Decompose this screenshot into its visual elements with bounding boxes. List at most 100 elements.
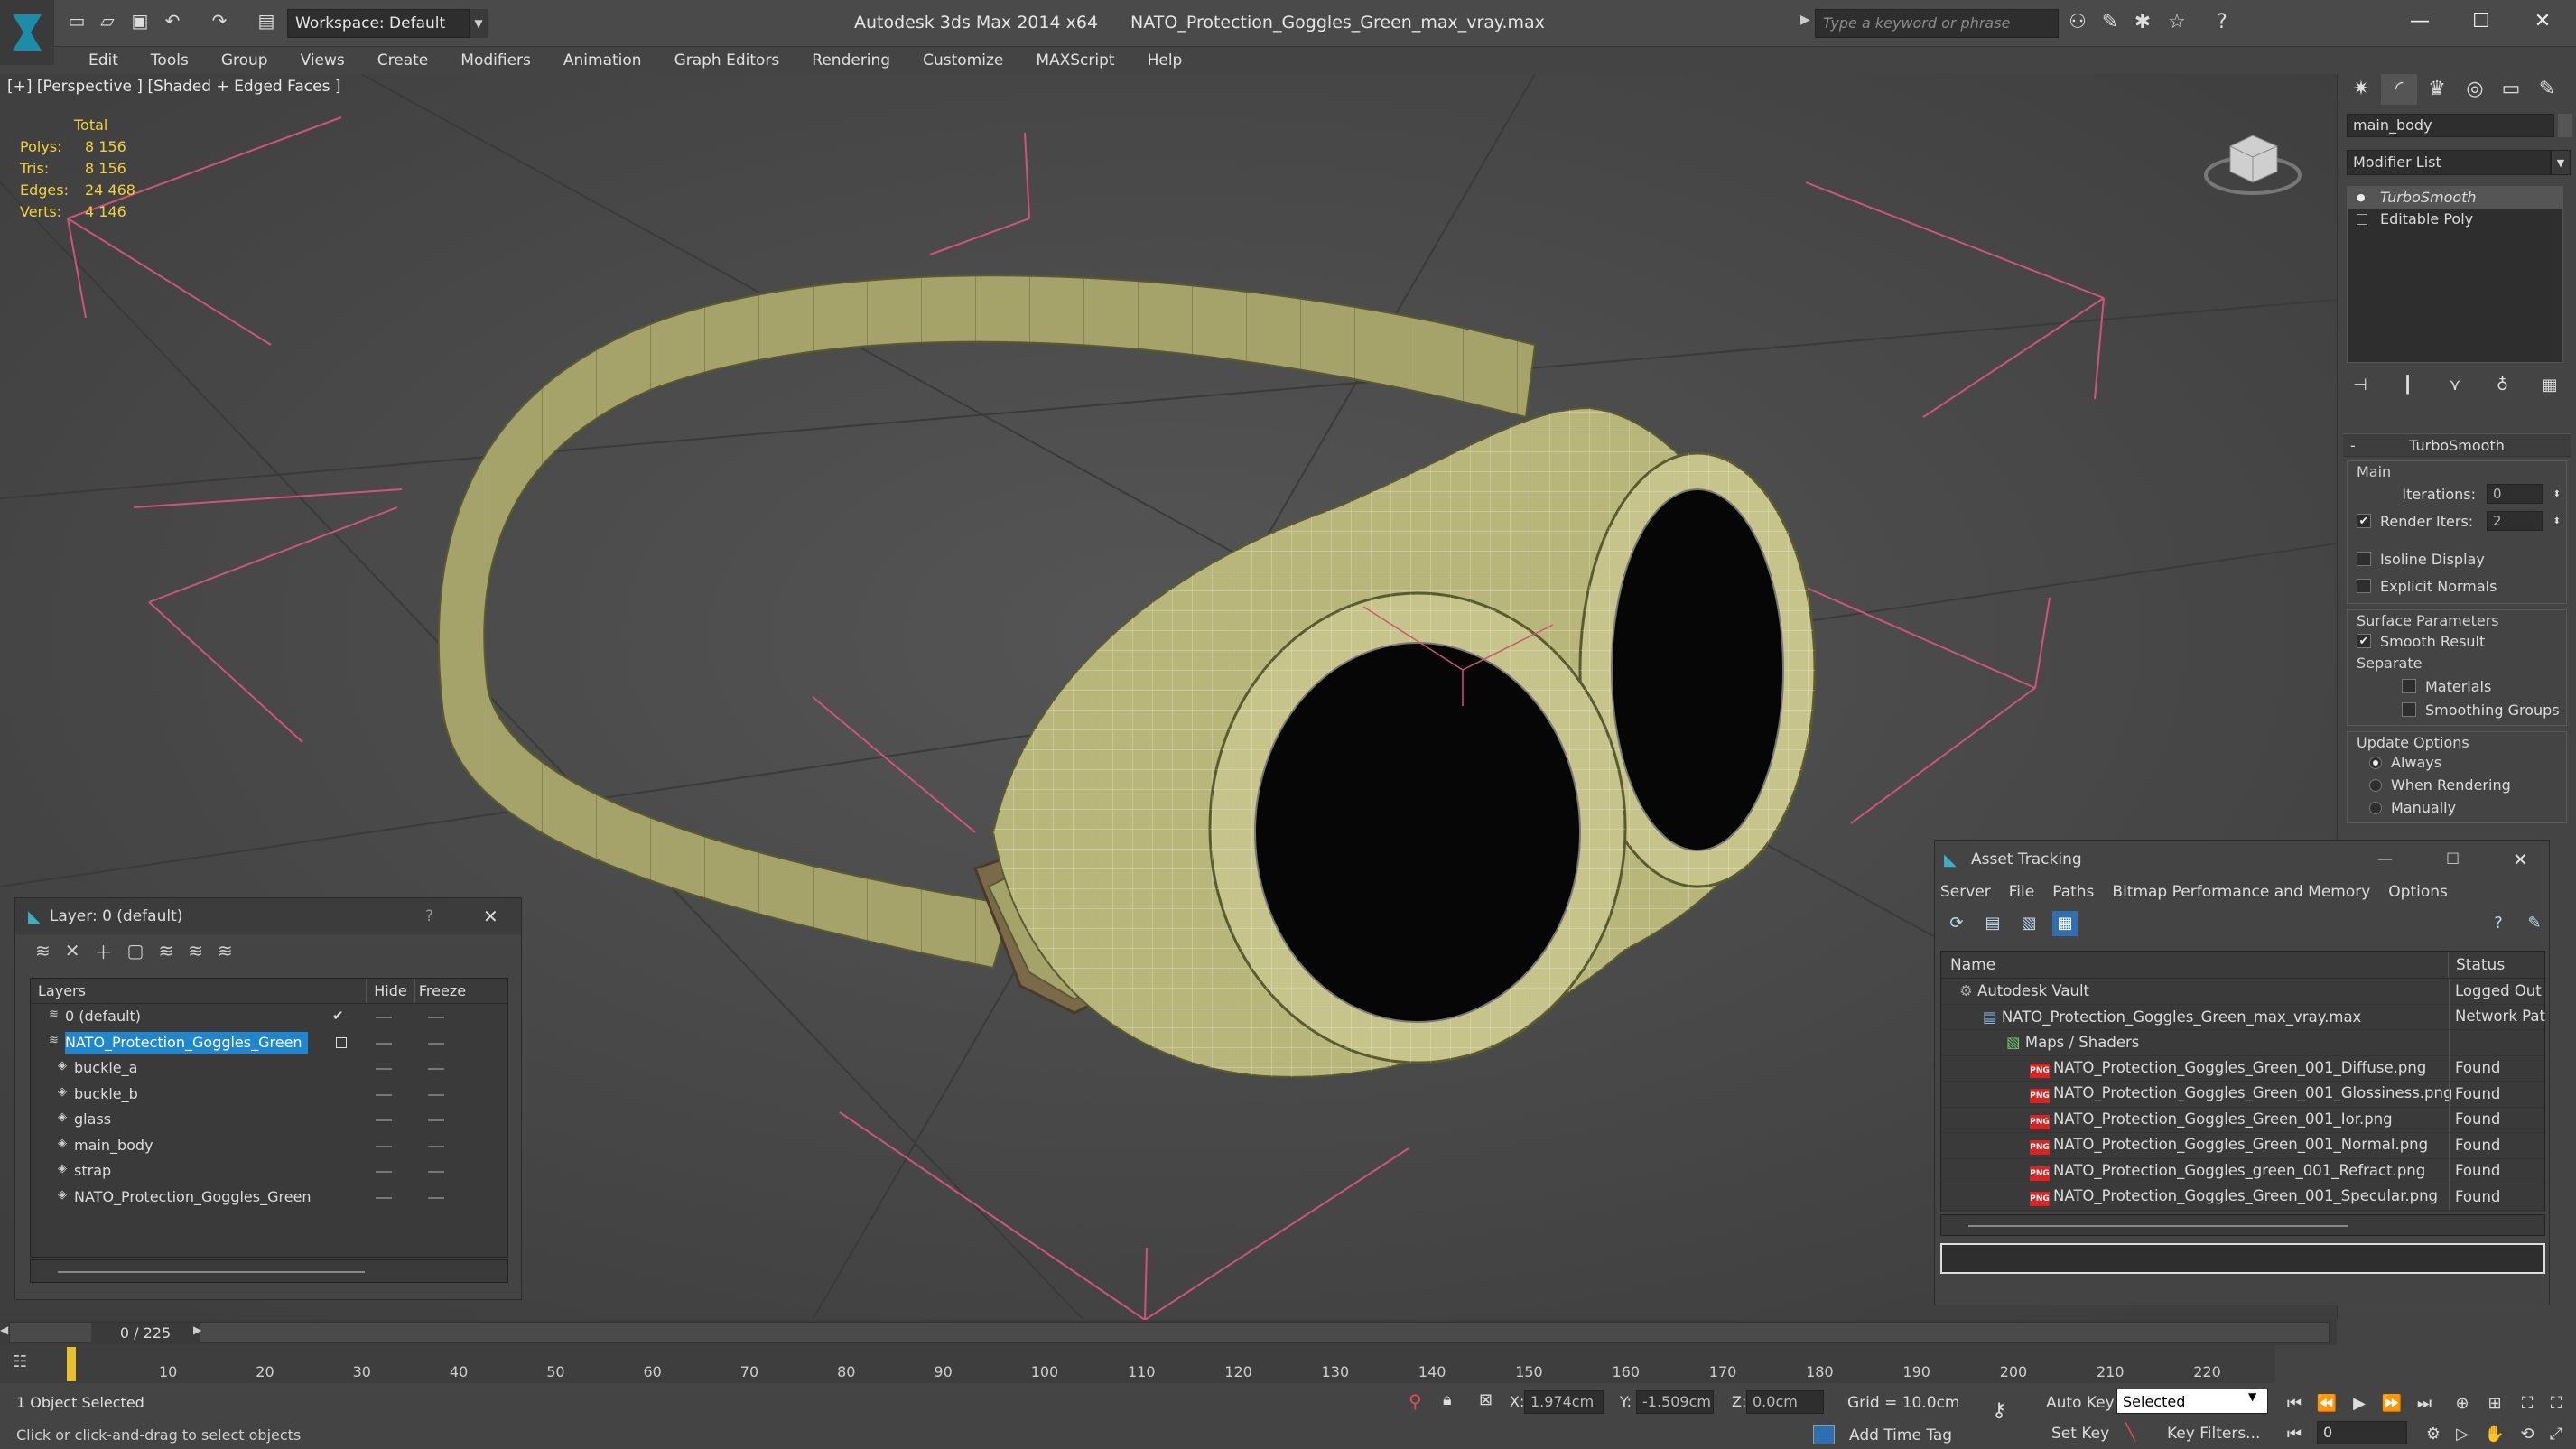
- modifier-stack[interactable]: ● TurboSmooth Editable Poly: [2347, 186, 2563, 363]
- key-mode-toggle-icon[interactable]: ⏮: [2281, 1421, 2308, 1448]
- orbit-icon[interactable]: ⟲: [2514, 1421, 2541, 1448]
- asset-window-titlebar[interactable]: ◣ Asset Tracking — ☐ ✕: [1935, 841, 2549, 878]
- asset-row[interactable]: PNG NATO_Protection_Goggles_green_001_Ref…: [1941, 1158, 2544, 1184]
- stack-item-editable-poly[interactable]: Editable Poly: [2348, 209, 2562, 230]
- project-folder-icon[interactable]: ▤: [255, 9, 278, 33]
- asset-menu-file[interactable]: File: [2009, 883, 2034, 901]
- go-to-end-icon[interactable]: ⏭: [2411, 1390, 2438, 1417]
- time-tag-icon[interactable]: [1813, 1425, 1835, 1444]
- hide-toggle[interactable]: [376, 1119, 392, 1121]
- when-rendering-radio[interactable]: [2369, 778, 2382, 792]
- left-lens-glass[interactable]: [1254, 642, 1581, 1023]
- hierarchy-tab-icon[interactable]: ♛: [2419, 74, 2455, 105]
- field-of-view-icon[interactable]: ▷: [2449, 1421, 2476, 1448]
- minimize-button[interactable]: —: [2393, 5, 2447, 38]
- menu-modifiers[interactable]: Modifiers: [444, 51, 547, 70]
- zoom-icon[interactable]: ⊕: [2449, 1390, 2476, 1417]
- always-radio[interactable]: [2369, 756, 2382, 769]
- layer-name[interactable]: buckle_a: [74, 1057, 143, 1079]
- minimize-button[interactable]: —: [2377, 850, 2393, 868]
- search-input[interactable]: Type a keyword or phrase: [1815, 9, 2059, 38]
- layer-name[interactable]: buckle_b: [74, 1083, 144, 1105]
- layer-row[interactable]: ◈ buckle_a: [31, 1055, 507, 1082]
- stack-item-turbosmooth[interactable]: ● TurboSmooth: [2348, 187, 2562, 209]
- show-end-result-icon[interactable]: ┃: [2395, 372, 2422, 399]
- add-time-tag-button[interactable]: Add Time Tag: [1849, 1426, 1952, 1444]
- zoom-extents-icon[interactable]: ⛶: [2514, 1390, 2541, 1417]
- menu-maxscript[interactable]: MAXScript: [1019, 51, 1130, 70]
- chevron-right-icon[interactable]: ▶: [193, 1324, 201, 1336]
- asset-row[interactable]: PNG NATO_Protection_Goggles_Green_001_Spe…: [1941, 1184, 2544, 1211]
- y-coord-field[interactable]: -1.509cm: [1636, 1390, 1714, 1414]
- hide-toggle[interactable]: [376, 1093, 392, 1096]
- workspace-dropdown[interactable]: Workspace: Default: [287, 9, 470, 38]
- hide-toggle[interactable]: [376, 1017, 392, 1018]
- modifier-list-dropdown[interactable]: Modifier List: [2347, 150, 2551, 175]
- create-tab-icon[interactable]: ✷: [2343, 74, 2379, 105]
- isoline-display-checkbox[interactable]: [2357, 552, 2371, 566]
- freeze-toggle[interactable]: [428, 1196, 444, 1199]
- pin-stack-icon[interactable]: ⊣: [2347, 372, 2374, 399]
- lightbulb-icon[interactable]: ●: [2357, 192, 2367, 203]
- right-lens-glass[interactable]: [1611, 488, 1784, 851]
- asset-row[interactable]: ▧ Maps / Shaders: [1941, 1029, 2544, 1056]
- explicit-normals-checkbox[interactable]: [2357, 579, 2371, 593]
- pan-icon[interactable]: ✋: [2481, 1421, 2508, 1448]
- freeze-toggle[interactable]: [428, 1068, 444, 1070]
- asset-path-field[interactable]: [1940, 1243, 2545, 1274]
- maximize-button[interactable]: ☐: [2446, 850, 2460, 868]
- communication-icon[interactable]: ✱: [2129, 9, 2156, 36]
- zoom-all-icon[interactable]: ⊞: [2481, 1390, 2508, 1417]
- lock-icon[interactable]: 🔒︎: [1443, 1390, 1452, 1409]
- search-expand-icon[interactable]: ▶: [1800, 13, 1810, 27]
- layer-row[interactable]: ◈ strap: [31, 1158, 507, 1184]
- app-logo[interactable]: [0, 0, 54, 65]
- spinner-arrows-icon[interactable]: ⬍: [2553, 489, 2561, 499]
- key-icon[interactable]: ⚷: [1992, 1399, 2006, 1422]
- play-icon[interactable]: ▶: [2346, 1390, 2373, 1417]
- hide-toggle[interactable]: [376, 1171, 392, 1173]
- iterations-spinner[interactable]: 0: [2487, 484, 2543, 504]
- zoom-extents-all-icon[interactable]: ⛶: [2543, 1390, 2570, 1417]
- thumbnail-view-icon[interactable]: ▧: [2016, 911, 2041, 936]
- current-layer-check-icon[interactable]: ✔: [332, 1008, 344, 1024]
- asset-row[interactable]: PNG NATO_Protection_Goggles_Green_001_Ior…: [1941, 1107, 2544, 1133]
- favorites-star-icon[interactable]: ☆: [2163, 9, 2190, 36]
- z-coord-field[interactable]: 0.0cm: [1746, 1390, 1824, 1414]
- expand-icon[interactable]: [2357, 214, 2367, 225]
- menu-help[interactable]: Help: [1131, 51, 1199, 70]
- hide-toggle[interactable]: [376, 1196, 392, 1199]
- time-slider[interactable]: 0 / 225: [9, 1322, 2330, 1344]
- new-file-icon[interactable]: ▭: [65, 9, 88, 33]
- redo-icon[interactable]: ↷: [208, 9, 231, 33]
- motion-tab-icon[interactable]: ◎: [2457, 74, 2493, 105]
- layer-name[interactable]: 0 (default): [65, 1006, 146, 1027]
- materials-checkbox[interactable]: [2402, 679, 2416, 693]
- help-icon[interactable]: ?: [2486, 911, 2511, 936]
- chevron-down-icon[interactable]: ▼: [2248, 1390, 2256, 1403]
- freeze-toggle[interactable]: [428, 1145, 444, 1147]
- transform-type-in-icon[interactable]: ⊠: [1479, 1390, 1493, 1409]
- display-tab-icon[interactable]: ▭: [2493, 74, 2529, 105]
- current-frame-field[interactable]: 0: [2317, 1421, 2407, 1444]
- layer-scrollbar[interactable]: [30, 1259, 508, 1283]
- chevron-down-icon[interactable]: ▼: [470, 9, 488, 38]
- manually-radio[interactable]: [2369, 801, 2382, 814]
- smooth-result-checkbox[interactable]: ✔: [2357, 634, 2371, 648]
- asset-row[interactable]: ▤ NATO_Protection_Goggles_Green_max_vray…: [1941, 1004, 2545, 1030]
- remove-modifier-icon[interactable]: ♁: [2489, 372, 2516, 399]
- list-view-icon[interactable]: ▤: [1980, 911, 2005, 936]
- render-iters-spinner[interactable]: 2: [2487, 511, 2543, 531]
- add-to-layer-icon[interactable]: ≋: [188, 940, 203, 961]
- set-current-icon[interactable]: [336, 1036, 347, 1048]
- go-to-start-icon[interactable]: ⏮: [2281, 1390, 2308, 1417]
- make-unique-icon[interactable]: ⋎: [2441, 372, 2469, 399]
- menu-rendering[interactable]: Rendering: [795, 51, 907, 70]
- column-hide[interactable]: Hide: [367, 979, 415, 1003]
- isolate-selection-icon[interactable]: ⚲: [1409, 1390, 1422, 1412]
- turbosmooth-rollout-title[interactable]: TurboSmooth: [2343, 433, 2571, 458]
- highlight-editor-icon[interactable]: ✎: [2522, 911, 2547, 936]
- layer-row[interactable]: ≋ NATO_Protection_Goggles_Green: [31, 1030, 507, 1056]
- asset-menu-paths[interactable]: Paths: [2052, 883, 2094, 901]
- maximize-button[interactable]: ☐: [2454, 5, 2508, 38]
